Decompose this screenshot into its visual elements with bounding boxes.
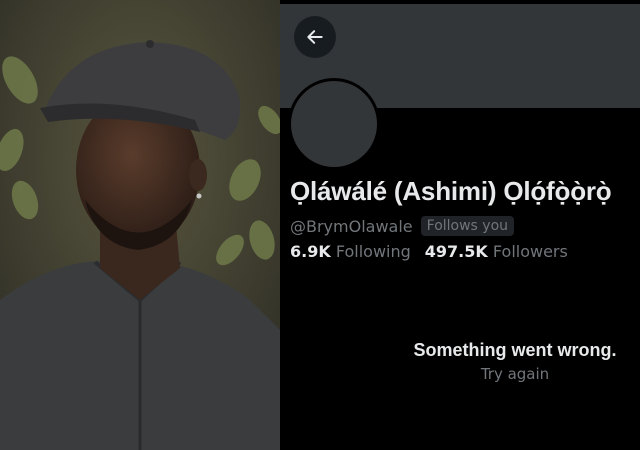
arrow-left-icon	[307, 30, 323, 44]
avatar[interactable]	[288, 78, 380, 170]
handle-row: @BrymOlawale Follows you	[290, 216, 515, 236]
error-message: Something went wrong. Try again	[400, 340, 630, 383]
profile-name: Ọláwálé (Ashimi) Ọlọ́fọ̀ọ̀rọ̀	[290, 176, 612, 206]
followers-link[interactable]: 497.5K Followers	[425, 242, 568, 261]
stats-row: 6.9K Following 497.5K Followers	[290, 242, 568, 261]
try-again-button[interactable]: Try again	[400, 365, 630, 383]
following-label: Following	[335, 242, 411, 261]
following-link[interactable]: 6.9K Following	[290, 242, 411, 261]
back-button[interactable]	[294, 16, 336, 58]
profile-handle: @BrymOlawale	[290, 216, 413, 236]
profile-screen: Ọláwálé (Ashimi) Ọlọ́fọ̀ọ̀rọ̀ @BrymOlawa…	[280, 0, 640, 450]
profile-photo	[0, 0, 280, 450]
following-count: 6.9K	[290, 242, 331, 261]
follows-you-badge: Follows you	[420, 216, 515, 236]
error-title: Something went wrong.	[413, 340, 617, 360]
followers-label: Followers	[492, 242, 568, 261]
followers-count: 497.5K	[424, 242, 488, 261]
